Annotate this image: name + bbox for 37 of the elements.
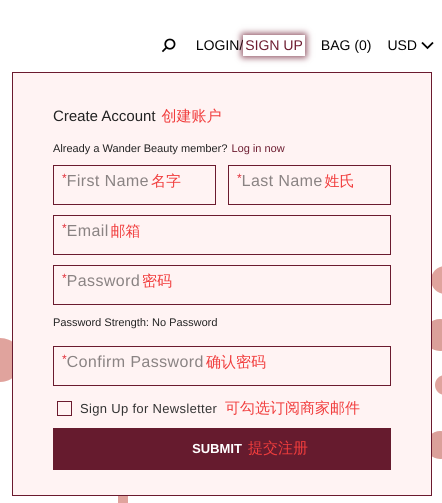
bag-link[interactable]: BAG (0) — [320, 34, 372, 56]
member-text: Already a Wander Beauty member? — [53, 142, 228, 156]
chevron-down-icon — [421, 40, 434, 50]
newsletter-label: Sign Up for Newsletter — [80, 400, 218, 418]
login-now-link[interactable]: Log in now — [231, 140, 285, 157]
annotation-text: 密码 — [142, 272, 172, 292]
input-field[interactable]: Last Name — [242, 172, 323, 192]
currency-dropdown[interactable]: USD — [387, 34, 434, 56]
annotation-text: 姓氏 — [324, 172, 355, 192]
search-icon[interactable] — [160, 38, 176, 52]
form-title: Create Account — [53, 107, 156, 127]
annotation-text: 确认密码 — [206, 352, 266, 372]
required-mark: * — [62, 272, 67, 284]
required-mark: * — [237, 172, 242, 184]
required-mark: * — [62, 222, 67, 234]
text-field[interactable]: *Password 密码 — [53, 265, 391, 305]
text-field[interactable]: *Last Name姓氏 — [228, 165, 391, 205]
text-field[interactable]: *Confirm Password 确认密码 — [53, 346, 391, 386]
annotation-text: 提交注册 — [248, 438, 308, 459]
newsletter-checkbox[interactable] — [57, 401, 72, 416]
required-mark: * — [62, 172, 67, 184]
required-mark: * — [62, 352, 67, 364]
input-field[interactable]: Confirm Password — [66, 352, 204, 372]
login-link[interactable]: LOGIN — [196, 34, 240, 56]
annotation-text: 可勾选订阅商家邮件 — [225, 398, 360, 418]
submit-button[interactable]: SUBMIT 提交注册 — [53, 428, 391, 470]
input-field[interactable]: Password — [66, 272, 140, 292]
signup-link[interactable]: SIGN UP — [243, 34, 305, 56]
annotation-text: 创建账户 — [162, 107, 222, 127]
text-field[interactable]: *First Name 名字 — [53, 165, 216, 205]
password-strength-text: Password Strength: No Password — [53, 316, 218, 331]
input-field[interactable]: First Name — [66, 172, 149, 192]
text-field[interactable]: *Email 邮箱 — [53, 215, 391, 255]
annotation-text: 名字 — [150, 172, 181, 192]
input-field[interactable]: Email — [66, 222, 109, 242]
annotation-text: 邮箱 — [110, 222, 141, 242]
separator: / — [239, 36, 244, 54]
